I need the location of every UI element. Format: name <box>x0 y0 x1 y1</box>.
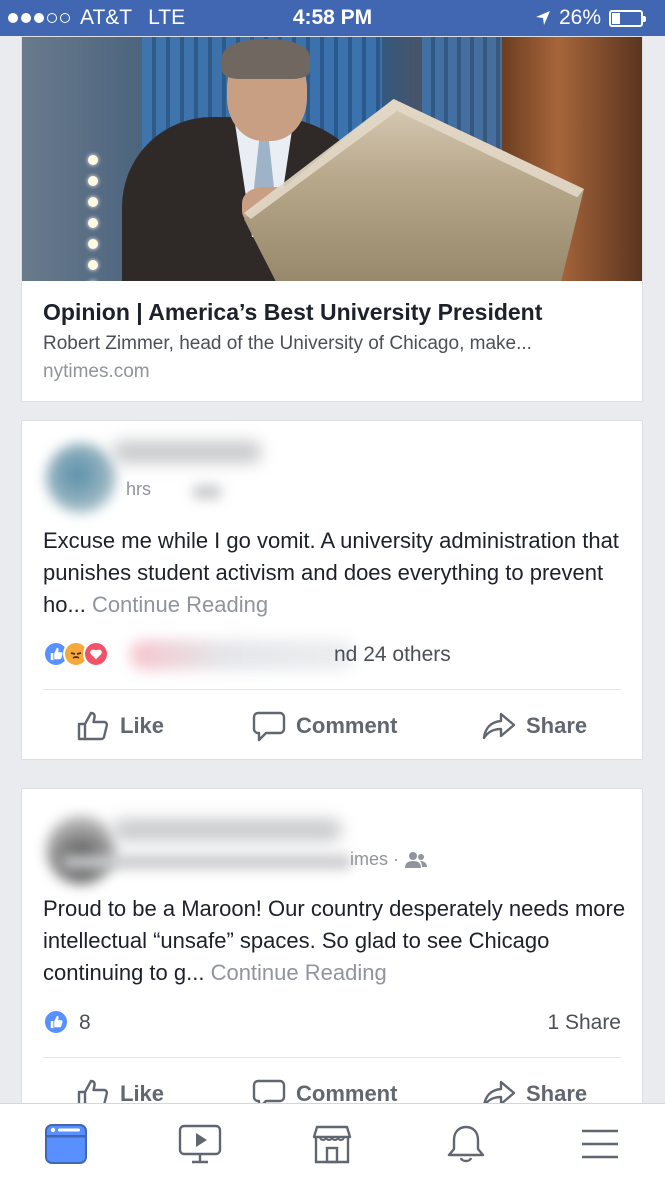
share-button[interactable]: Share <box>482 696 587 756</box>
avatar[interactable] <box>46 443 116 513</box>
post-timestamp: imes · <box>350 849 427 870</box>
tab-news-feed[interactable] <box>42 1120 90 1168</box>
news-feed-icon <box>45 1124 87 1164</box>
comment-post: imes · Proud to be a Maroon! Our country… <box>21 788 643 1110</box>
reaction-summary[interactable]: 8 <box>79 1011 91 1035</box>
marketplace-icon <box>312 1125 352 1164</box>
battery-icon <box>609 9 646 27</box>
share-arrow-icon <box>482 712 516 740</box>
post-timestamp: hrs <box>126 479 152 499</box>
battery-percent: 26% <box>558 6 601 29</box>
bottom-tab-bar <box>0 1103 665 1182</box>
continue-reading-link[interactable]: Continue Reading <box>211 960 387 985</box>
meta-redacted <box>62 855 352 869</box>
tab-menu[interactable] <box>576 1120 624 1168</box>
post-text: Proud to be a Maroon! Our country desper… <box>43 896 626 985</box>
tab-marketplace[interactable] <box>308 1120 356 1168</box>
author-name-redacted <box>112 441 262 463</box>
divider <box>43 1057 621 1058</box>
speaker-at-podium-photo[interactable] <box>22 37 642 281</box>
reaction-summary[interactable]: nd 24 others <box>334 643 451 667</box>
love-reaction-icon <box>83 641 109 667</box>
thumbs-up-icon <box>77 711 109 741</box>
status-bar: AT&T LTE 4:58 PM 26% <box>0 0 665 36</box>
comment-post: hrs Excuse me while I go vomit. A univer… <box>21 420 643 760</box>
like-button[interactable]: Like <box>76 696 164 756</box>
link-domain: nytimes.com <box>43 361 150 382</box>
link-description: Robert Zimmer, head of the University of… <box>43 333 532 354</box>
link-preview-card[interactable]: Opinion | America’s Best University Pres… <box>21 36 643 402</box>
meta-redacted <box>192 485 222 499</box>
avatar[interactable] <box>46 815 116 885</box>
notifications-icon <box>447 1125 485 1163</box>
comment-button[interactable]: Comment <box>252 696 397 756</box>
like-reaction-icon <box>43 1009 69 1035</box>
location-arrow-icon <box>535 11 550 25</box>
post-text: Excuse me while I go vomit. A university… <box>43 528 619 617</box>
menu-icon <box>582 1129 618 1159</box>
post-actions: Like Comment Share <box>22 696 642 756</box>
friends-audience-icon <box>405 851 427 868</box>
tab-notifications[interactable] <box>442 1120 490 1168</box>
comment-icon <box>252 711 286 742</box>
tab-video[interactable] <box>176 1120 224 1168</box>
reaction-icons[interactable] <box>43 1009 69 1035</box>
status-right: 26% <box>535 6 646 30</box>
reactors-redacted <box>130 640 355 670</box>
share-count[interactable]: 1 Share <box>547 1011 621 1035</box>
reaction-icons[interactable] <box>43 641 109 667</box>
continue-reading-link[interactable]: Continue Reading <box>92 592 268 617</box>
divider <box>43 689 621 690</box>
video-icon <box>178 1124 222 1164</box>
author-name-redacted <box>112 819 342 841</box>
link-title[interactable]: Opinion | America’s Best University Pres… <box>43 299 542 326</box>
